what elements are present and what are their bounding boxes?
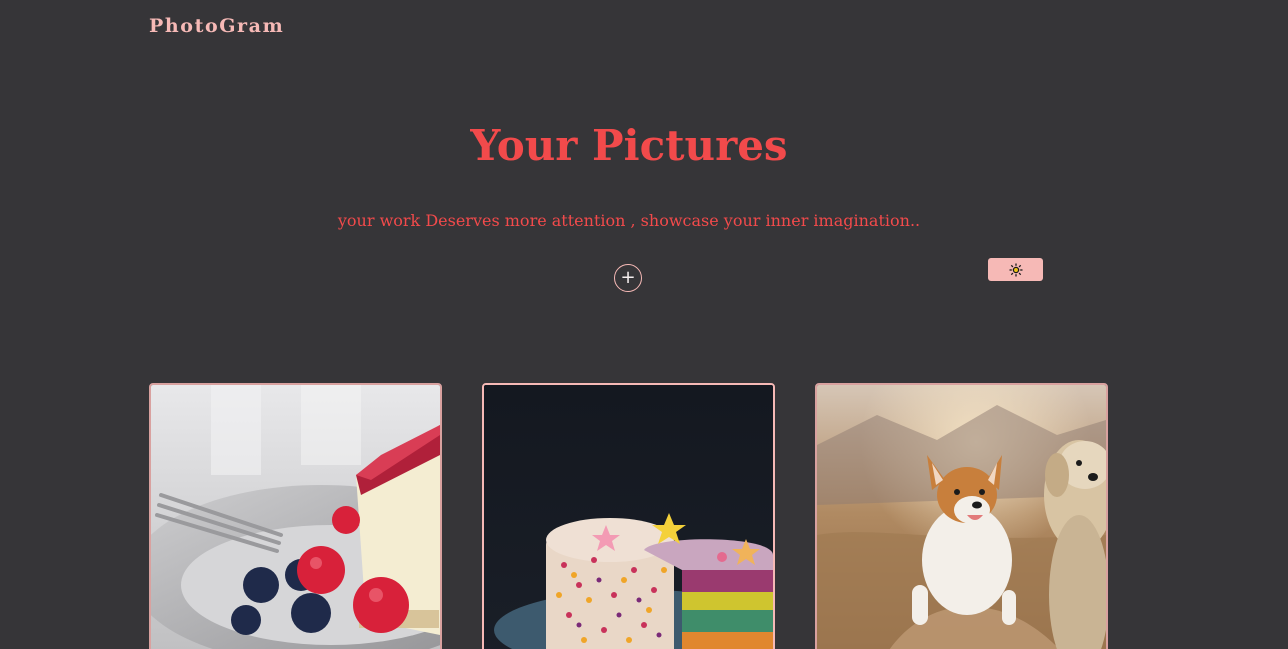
gallery-card-cheesecake[interactable]: [149, 383, 442, 649]
add-picture-button[interactable]: +: [614, 264, 642, 292]
gallery-card-dogs[interactable]: [815, 383, 1108, 649]
sprinkle-cake-photo: [484, 385, 773, 649]
theme-toggle-button[interactable]: [988, 258, 1043, 281]
page-subtitle: your work Deserves more attention , show…: [337, 211, 921, 230]
dogs-photo: [817, 385, 1106, 649]
page-title: Your Pictures: [470, 121, 788, 170]
sun-icon: [1009, 263, 1022, 276]
cheesecake-photo: [151, 385, 440, 649]
gallery-card-cake[interactable]: [482, 383, 775, 649]
brand-logo[interactable]: PhotoGram: [149, 15, 284, 37]
